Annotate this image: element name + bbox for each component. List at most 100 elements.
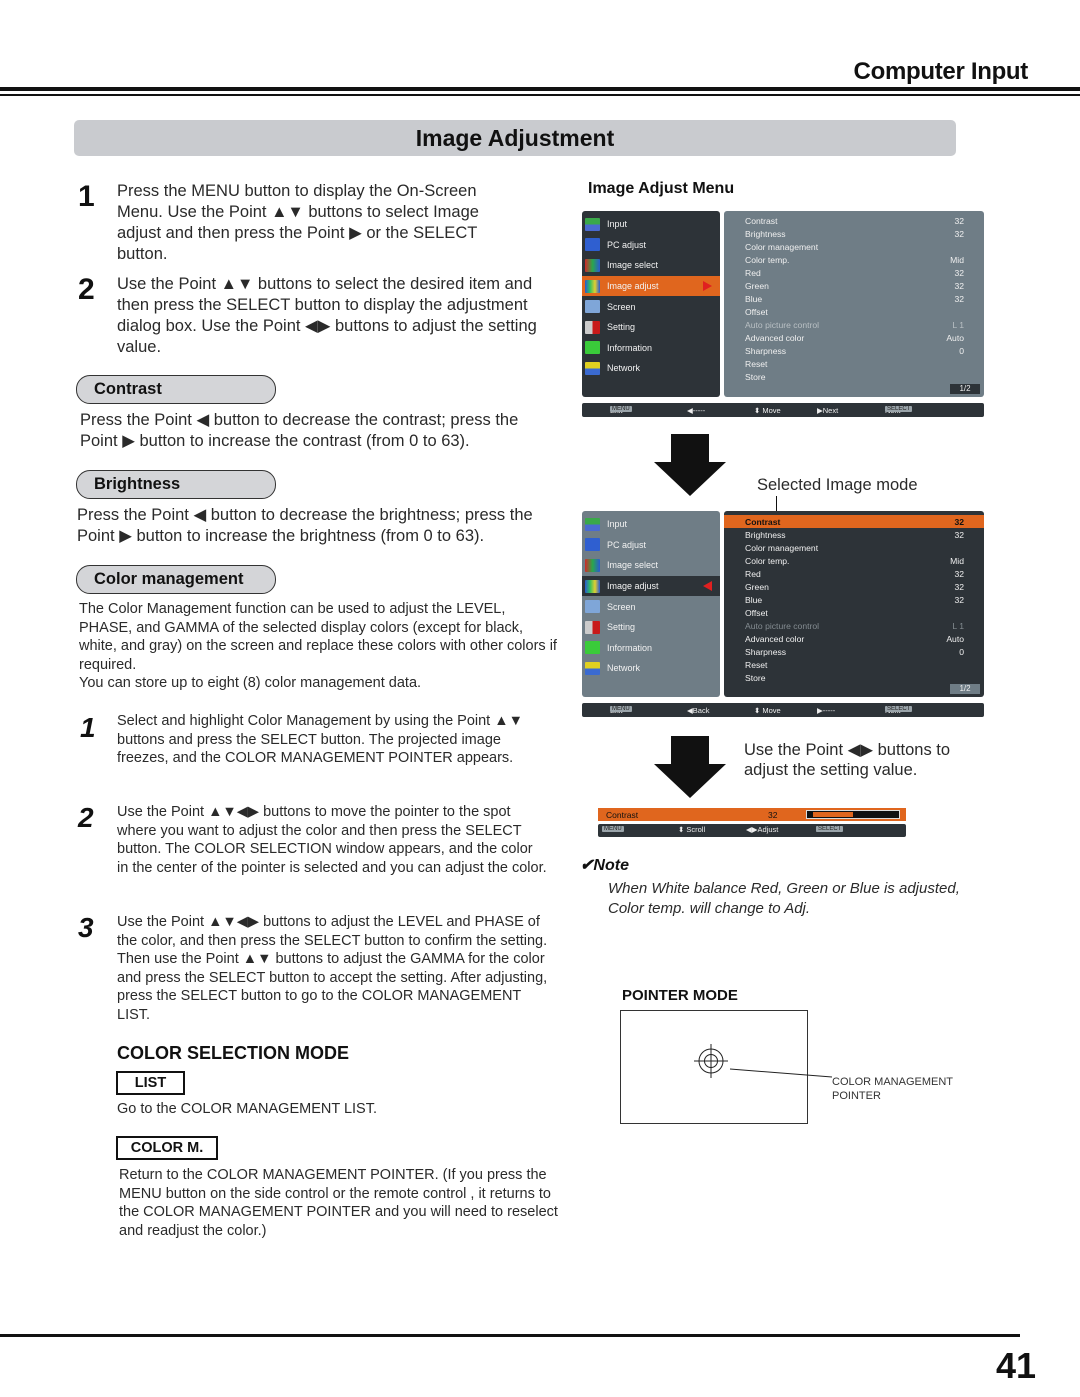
adjust-adjust-hint: ◀▶Adjust <box>746 825 779 834</box>
step-text: Press the MENU button to display the On-… <box>117 182 479 263</box>
page-title: Image Adjustment <box>415 124 615 151</box>
osd-submenu-label: Green <box>745 581 769 592</box>
osd-submenu-item[interactable]: Reset <box>724 658 984 671</box>
pointer-label-line1: COLOR MANAGEMENT <box>832 1076 954 1088</box>
pc-adjust-icon <box>585 238 600 252</box>
osd-submenu-item[interactable]: Sharpness 0 <box>724 645 984 658</box>
osd-submenu-item[interactable]: Contrast 32 <box>724 214 984 227</box>
note-text: When White balance Red, Green or Blue is… <box>608 880 960 917</box>
osd-menu-item-screen[interactable]: Screen <box>582 296 720 317</box>
osd-menu-item-image-select[interactable]: Image select <box>582 255 720 276</box>
osd-menu-item-network[interactable]: Network <box>582 658 720 679</box>
osd-menu-item-label: Setting <box>607 622 636 633</box>
osd-menu-item-setting[interactable]: Setting <box>582 617 720 638</box>
osd-menu-item-label: Input <box>607 519 628 530</box>
menu-caption: Image Adjust Menu <box>588 180 735 197</box>
down-arrow-icon <box>654 434 726 496</box>
step-number: 1 <box>78 180 95 213</box>
osd-submenu-item[interactable]: Contrast 32 <box>724 515 984 528</box>
osd-submenu-item[interactable]: Color temp. Mid <box>724 253 984 266</box>
down-arrow-icon <box>654 736 726 798</box>
osd-submenu-item[interactable]: Green 32 <box>724 279 984 292</box>
osd-submenu-item[interactable]: Offset <box>724 606 984 619</box>
list-label: LIST <box>116 1071 185 1095</box>
osd-submenu-item[interactable]: Offset <box>724 305 984 318</box>
osd-submenu-value: L 1 <box>952 620 964 631</box>
osd-menu-item-image-adjust[interactable]: Image adjust <box>582 275 720 297</box>
osd-menu-item-screen[interactable]: Screen <box>582 596 720 617</box>
osd-menu-item-information[interactable]: Information <box>582 338 720 359</box>
list-text: Go to the COLOR MANAGEMENT LIST. <box>117 1101 378 1117</box>
osd-exit-hint: MENUExit <box>610 405 632 415</box>
page-title-banner: Image Adjustment <box>74 120 956 156</box>
osd-select-hint: SELECTNext <box>885 405 913 415</box>
osd-main-menu: Input PC adjust Image select Image adjust Sc… <box>582 511 720 697</box>
osd-menu-item-pc-adjust[interactable]: PC adjust <box>582 535 720 556</box>
osd-submenu-label: Sharpness <box>745 345 787 356</box>
osd-menu-item-input[interactable]: Input <box>582 514 720 535</box>
osd-menu-item-image-adjust[interactable]: Image adjust <box>582 575 720 597</box>
osd-menu-item-label: Screen <box>607 301 636 312</box>
osd-menu-item-label: Screen <box>607 601 636 612</box>
osd-submenu-item[interactable]: Sharpness 0 <box>724 344 984 357</box>
adjust-label: Contrast <box>606 809 639 820</box>
osd-submenu-item[interactable]: Auto picture control L 1 <box>724 318 984 331</box>
osd-submenu-item[interactable]: Red 32 <box>724 266 984 279</box>
osd-submenu-item[interactable]: Store <box>724 370 984 383</box>
osd-submenu-value: Auto <box>946 332 964 343</box>
color-management-text: The Color Management function can be use… <box>79 601 557 673</box>
osd-submenu-item[interactable]: Advanced color Auto <box>724 331 984 344</box>
header-rule <box>0 87 1080 91</box>
osd-submenu-item[interactable]: Auto picture control L 1 <box>724 619 984 632</box>
adjust-exit-hint: MENUExit <box>602 825 624 834</box>
adjust-slider[interactable] <box>806 810 900 819</box>
osd-menu-item-network[interactable]: Network <box>582 358 720 379</box>
osd-submenu-label: Store <box>745 672 766 683</box>
input-icon <box>585 517 600 531</box>
step-text: Use the Point ▲▼◀▶ buttons to move the p… <box>117 804 547 876</box>
osd-menu-item-input[interactable]: Input <box>582 214 720 235</box>
network-icon <box>585 361 600 375</box>
osd-submenu-label: Reset <box>745 358 768 369</box>
osd-submenu-value: 32 <box>954 293 964 304</box>
setting-icon <box>585 620 600 634</box>
osd-submenu-item[interactable]: Green 32 <box>724 580 984 593</box>
color-management-text-2: You can store up to eight (8) color mana… <box>79 675 422 691</box>
osd-menu-item-pc-adjust[interactable]: PC adjust <box>582 235 720 256</box>
osd-submenu-item[interactable]: Color management <box>724 240 984 253</box>
osd-submenu-item[interactable]: Brightness 32 <box>724 528 984 541</box>
pointer-label-line2: POINTER <box>832 1090 881 1102</box>
osd-menu-item-label: Input <box>607 219 628 230</box>
osd-menu-item-image-select[interactable]: Image select <box>582 555 720 576</box>
osd-submenu-item[interactable]: Color management <box>724 541 984 554</box>
osd-menu-main: Input PC adjust Image select Image adjust Sc… <box>582 211 984 418</box>
osd-menu-item-information[interactable]: Information <box>582 638 720 659</box>
osd-submenu-item[interactable]: Red 32 <box>724 567 984 580</box>
osd-menu-item-setting[interactable]: Setting <box>582 317 720 338</box>
osd-submenu-item[interactable]: Reset <box>724 357 984 370</box>
information-icon <box>585 341 600 355</box>
osd-submenu-item[interactable]: Brightness 32 <box>724 227 984 240</box>
osd-menu-item-label: Image adjust <box>607 281 659 292</box>
select-key-icon: SELECT <box>885 705 913 712</box>
adjust-value: 32 <box>768 809 778 820</box>
osd-submenu-item[interactable]: Blue 32 <box>724 292 984 305</box>
osd-submenu-item[interactable]: Advanced color Auto <box>724 632 984 645</box>
osd-menu-item-label: Information <box>607 342 653 353</box>
selected-image-mode-label: Selected Image mode <box>757 476 918 494</box>
pointer-label: COLOR MANAGEMENT POINTER <box>832 1075 953 1103</box>
osd-submenu-label: Blue <box>745 293 763 304</box>
menu-key-icon: MENU <box>610 705 632 712</box>
osd-guide-bar: MENUExit ◀----- ⬍ Move ▶Next SELECTNext <box>582 403 984 417</box>
osd-sub-menu: Contrast 32 Brightness 32 Color management Co… <box>724 211 984 397</box>
osd-submenu-item[interactable]: Store <box>724 671 984 684</box>
page-number: 41 <box>995 1345 1036 1386</box>
osd-exit-hint: MENUExit <box>610 705 632 715</box>
adjust-caption: Use the Point ◀▶ buttons to adjust the s… <box>744 741 951 779</box>
osd-submenu-item[interactable]: Blue 32 <box>724 593 984 606</box>
osd-submenu-value: 32 <box>954 516 964 527</box>
osd-menu-item-label: Network <box>607 363 641 374</box>
osd-submenu-label: Contrast <box>745 215 778 226</box>
osd-submenu-item[interactable]: Color temp. Mid <box>724 554 984 567</box>
osd-menu-item-label: Image adjust <box>607 581 659 592</box>
